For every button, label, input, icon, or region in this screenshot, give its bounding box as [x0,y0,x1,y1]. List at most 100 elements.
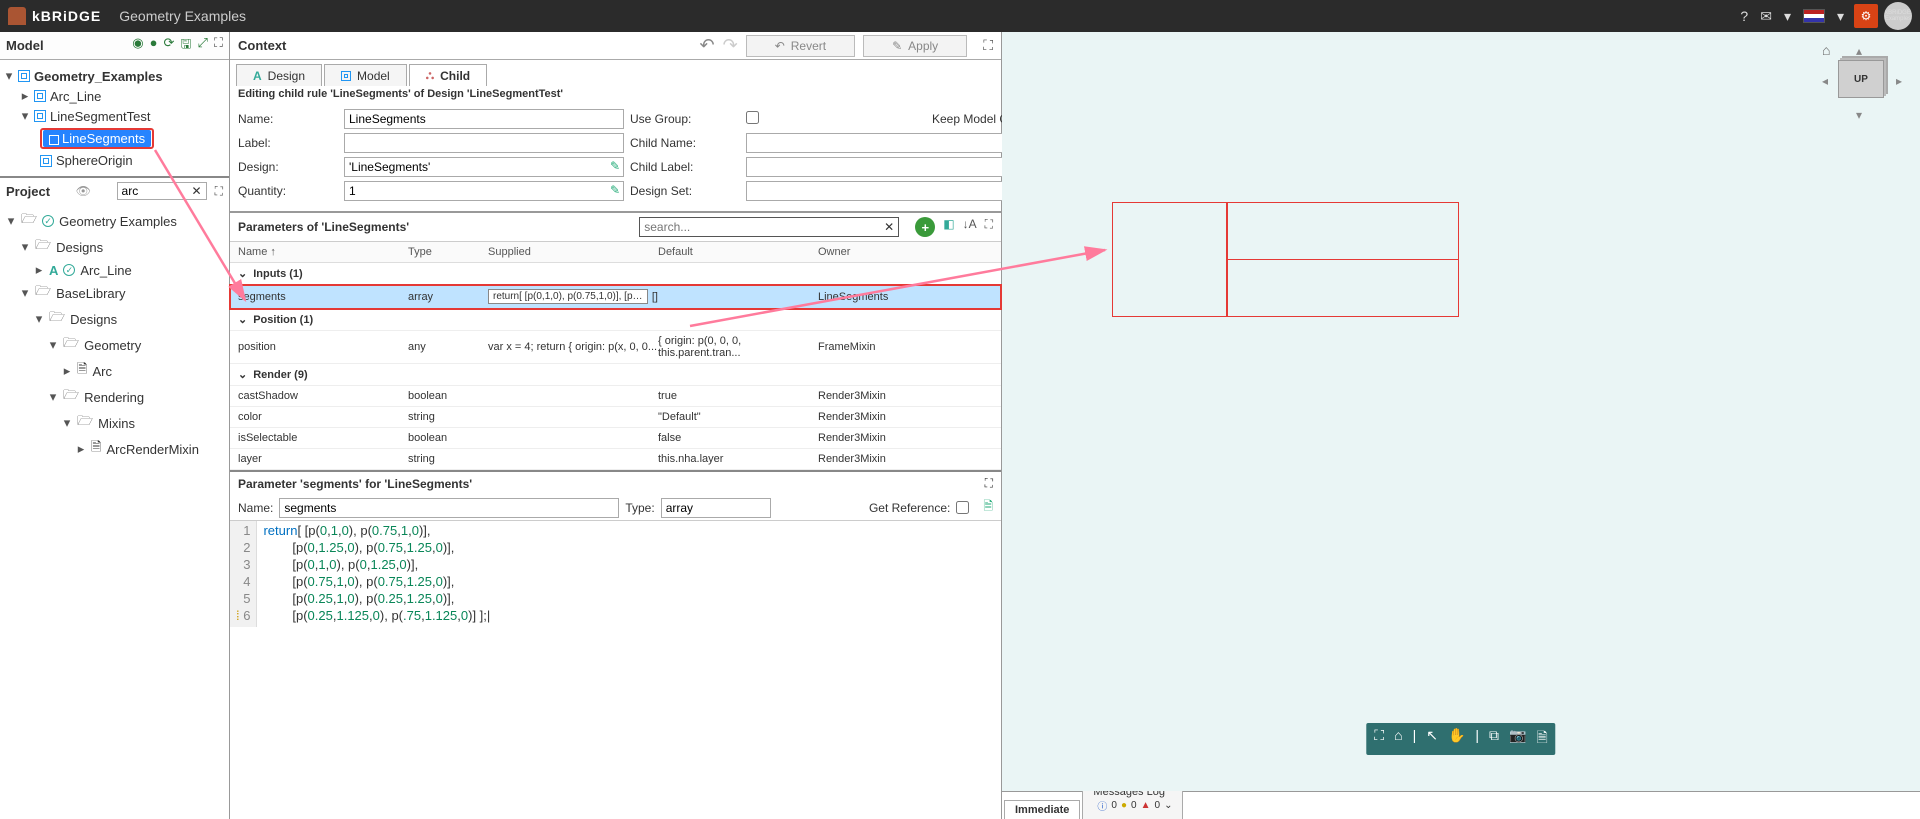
undo-icon[interactable]: ↶ [700,35,715,56]
tri-left-icon[interactable]: ◂ [1822,74,1828,88]
sort-icon[interactable]: ↓A [963,217,977,237]
tab-child[interactable]: ⛬Child [409,64,487,86]
expand-params-icon[interactable]: ⛶ [985,217,993,237]
revert-button[interactable]: ↶Revert [746,35,855,57]
tree-root[interactable]: ▾ Geometry_Examples [4,66,225,86]
param-editor-panel: Parameter 'segments' for 'LineSegments' … [230,470,1001,627]
usegroup-checkbox[interactable] [746,111,759,124]
tree-node-linesegmenttest[interactable]: ▾ LineSegmentTest [4,106,225,126]
help-icon[interactable]: ? [1740,8,1748,24]
ptree-designs2[interactable]: ▾🗁Designs [6,306,223,332]
fullscreen-icon[interactable]: ⛶ [214,35,223,57]
redo-icon[interactable]: ↷ [723,35,738,56]
fit-icon[interactable]: ⛶ [1374,727,1384,751]
tri-up-icon[interactable]: ▴ [1856,44,1862,58]
param-row[interactable]: layerstringthis.nha.layerRender3Mixin [230,449,1001,470]
label-input[interactable] [344,133,624,153]
mail-icon[interactable]: ✉ [1760,8,1772,25]
expand-editor-icon[interactable]: ⛶ [985,476,993,491]
group-render[interactable]: ⌄Render (9) [230,364,1001,386]
project-search-input[interactable] [122,184,192,198]
project-panel-title: Project [6,184,50,199]
code-editor[interactable]: 12345⁞ 6 return[ [p(0,1,0), p(0.75,1,0)]… [230,520,1001,627]
ptree-designs[interactable]: ▾🗁Designs [6,234,223,260]
refresh-icon[interactable]: ⟳ [164,35,175,57]
eraser-icon[interactable]: ◧ [943,217,954,237]
app-logo: kBRiDGE [8,7,101,25]
tree-node-sphereorigin[interactable]: SphereOrigin [4,151,225,170]
ptree-arc[interactable]: ▸🗎Arc [6,358,223,384]
param-editor-form: Name: Type: Get Reference: 🗎 [230,495,1001,520]
tab-model[interactable]: Model [324,64,407,86]
collapse-icon[interactable]: ⛶ [215,184,223,199]
code-gutter: 12345⁞ 6 [230,521,257,627]
param-row[interactable]: isSelectablebooleanfalseRender3Mixin [230,428,1001,449]
code-lines[interactable]: return[ [p(0,1,0), p(0.75,1,0)], [p(0,1.… [257,521,496,627]
view-cube[interactable]: ⌂ ▴ ◂ ▸ ▾ UP [1822,42,1902,122]
ptree-baselib[interactable]: ▾🗁BaseLibrary [6,280,223,306]
project-search[interactable]: ✕ [117,182,207,200]
home-icon[interactable]: ⌂ [1822,42,1830,58]
tab-design[interactable]: ADesign [236,64,322,86]
bracket-icon[interactable]: [] [652,291,658,303]
name-input[interactable] [344,109,624,129]
ptree-root[interactable]: ▾🗁✓Geometry Examples [6,208,223,234]
locale-flag-icon[interactable] [1803,9,1825,23]
caret-icon[interactable]: ▾ [4,68,14,84]
group-position[interactable]: ⌄Position (1) [230,309,1001,331]
user-avatar[interactable]: kBRiDGE Examples [1884,2,1912,30]
camera-icon[interactable]: 📷 [1509,727,1526,751]
design-input[interactable] [344,157,624,177]
param-row[interactable]: colorstring"Default"Render3Mixin [230,407,1001,428]
design-label: Design: [238,160,338,174]
3d-viewport[interactable]: ⌂ ▴ ◂ ▸ ▾ UP ⛶ ⌂ | ↖ ✋ | ⧉ 📷 🗎 [1002,32,1920,791]
visibility-icon[interactable]: 👁 [76,184,91,198]
ptree-geometry[interactable]: ▾🗁Geometry [6,332,223,358]
params-search[interactable]: ✕ [639,217,899,237]
group-inputs[interactable]: ⌄Inputs (1) [230,263,1001,285]
add-param-button[interactable]: + [915,217,935,237]
home-view-icon[interactable]: ⌂ [1394,727,1402,751]
cube-face[interactable]: UP [1838,60,1884,98]
tree-node-arcline[interactable]: ▸ Arc_Line [4,86,225,106]
getref-checkbox[interactable] [956,501,969,514]
params-title: Parameters of 'LineSegments' [238,220,409,234]
copy-icon[interactable]: ⧉ [1489,727,1499,751]
select-icon[interactable]: ↖ [1426,727,1438,751]
clear-icon[interactable]: ✕ [884,220,894,234]
mail-caret-icon[interactable]: ▾ [1784,8,1791,25]
expand-icon[interactable]: ⤢ [197,35,207,57]
params-search-input[interactable] [644,220,884,234]
param-type-input[interactable] [661,498,771,518]
export-icon[interactable]: 🗎 [1536,727,1547,751]
record-icon[interactable]: ● [150,35,158,57]
expand-context-icon[interactable]: ⛶ [983,37,993,54]
editor-doc-icon[interactable]: 🗎 [983,497,993,518]
caret-icon[interactable]: ▾ [20,108,30,124]
play-icon[interactable]: ◉ [132,35,143,57]
tab-immediate[interactable]: Immediate [1004,800,1080,819]
messages-caret-icon[interactable]: ⌄ [1164,800,1172,811]
caret-icon[interactable]: ▸ [20,88,30,104]
cube-icon [18,70,30,82]
tree-node-linesegments[interactable]: LineSegments [4,126,225,151]
tri-down-icon[interactable]: ▾ [1856,108,1862,122]
param-row-position[interactable]: position any var x = 4; return { origin:… [230,331,1001,364]
ptree-rendering[interactable]: ▾🗁Rendering [6,384,223,410]
quantity-input[interactable] [344,181,624,201]
save-icon[interactable]: 🖫 [180,35,191,57]
tri-right-icon[interactable]: ▸ [1896,74,1902,88]
ptree-arcline[interactable]: ▸A✓Arc_Line [6,260,223,280]
locale-caret-icon[interactable]: ▾ [1837,8,1844,25]
apply-button[interactable]: ✎Apply [863,35,967,57]
divider: | [1475,727,1479,751]
ptree-mixins[interactable]: ▾🗁Mixins [6,410,223,436]
ptree-arcrendermixin[interactable]: ▸🗎ArcRenderMixin [6,436,223,462]
param-row[interactable]: castShadowbooleantrueRender3Mixin [230,386,1001,407]
clear-search-icon[interactable]: ✕ [192,184,202,198]
param-name-input[interactable] [279,498,619,518]
settings-button[interactable]: ⚙ [1854,4,1878,28]
pan-icon[interactable]: ✋ [1448,727,1465,751]
param-row-segments[interactable]: segments array return[ [p(0,1,0), p(0.75… [230,285,1001,309]
top-bar: kBRiDGE Geometry Examples ? ✉ ▾ ▾ ⚙ kBRi… [0,0,1920,32]
